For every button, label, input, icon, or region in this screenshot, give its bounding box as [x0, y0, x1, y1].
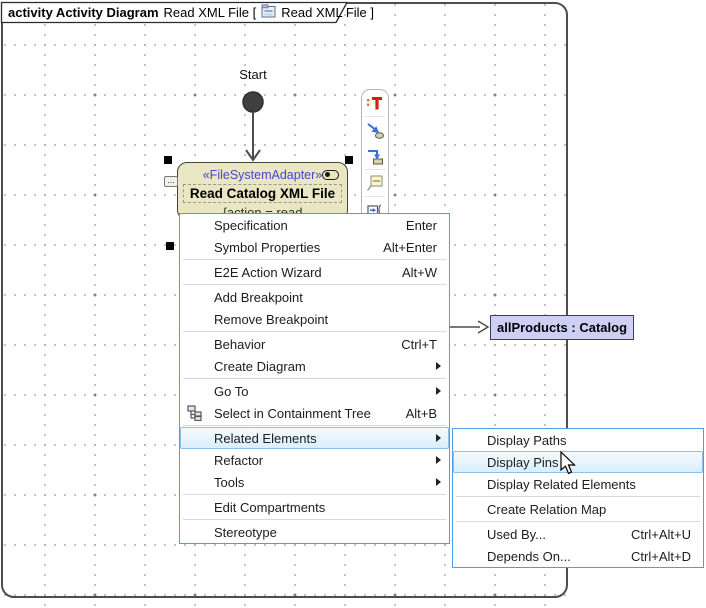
- stereotype-text-icon[interactable]: [364, 90, 386, 116]
- compartment-dots-button[interactable]: ...: [164, 176, 178, 187]
- menu-item-remove-breakpoint[interactable]: Remove Breakpoint: [180, 308, 449, 330]
- menu-item-symbol-properties[interactable]: Symbol Properties Alt+Enter: [180, 236, 449, 258]
- diagram-name-open: Read XML File [: [164, 5, 257, 20]
- diagram-header: activity Activity Diagram Read XML File …: [8, 5, 374, 20]
- containment-tree-icon: [187, 405, 203, 424]
- menu-item-label: Go To: [214, 384, 248, 399]
- menu-item-label: Edit Compartments: [214, 500, 325, 515]
- submenu-arrow-icon: [436, 456, 441, 464]
- menu-item-label: Create Relation Map: [487, 502, 606, 517]
- menu-item-related-elements[interactable]: Related Elements: [180, 427, 449, 449]
- menu-item-tools[interactable]: Tools: [180, 471, 449, 493]
- menu-item-add-breakpoint[interactable]: Add Breakpoint: [180, 286, 449, 308]
- start-node-label: Start: [213, 67, 293, 82]
- related-elements-submenu: Display Paths Display Pins Display Relat…: [452, 428, 704, 568]
- activity-diagram-icon: [261, 4, 276, 21]
- menu-item-shortcut: Alt+Enter: [363, 240, 437, 255]
- submenu-arrow-icon: [436, 478, 441, 486]
- menu-item-specification[interactable]: Specification Enter: [180, 214, 449, 236]
- action-stereotype-label: «FileSystemAdapter»: [203, 168, 323, 182]
- menu-item-label: Remove Breakpoint: [214, 312, 328, 327]
- menu-item-select-in-containment-tree[interactable]: Select in Containment Tree Alt+B: [180, 402, 449, 424]
- menu-item-shortcut: Alt+W: [382, 265, 437, 280]
- menu-item-edit-compartments[interactable]: Edit Compartments: [180, 496, 449, 518]
- menu-item-used-by[interactable]: Used By... Ctrl+Alt+U: [453, 523, 703, 545]
- menu-item-label: E2E Action Wizard: [214, 265, 322, 280]
- menu-item-create-relation-map[interactable]: Create Relation Map: [453, 498, 703, 520]
- menu-item-shortcut: Alt+B: [386, 406, 437, 421]
- menu-item-stereotype[interactable]: Stereotype: [180, 521, 449, 543]
- menu-item-behavior[interactable]: Behavior Ctrl+T: [180, 333, 449, 355]
- menu-item-shortcut: Ctrl+Alt+U: [611, 527, 691, 542]
- menu-item-label: Specification: [214, 218, 288, 233]
- submenu-arrow-icon: [436, 434, 441, 442]
- object-node-allproducts[interactable]: allProducts : Catalog: [490, 315, 634, 340]
- menu-item-label: Related Elements: [214, 431, 317, 446]
- menu-item-display-pins[interactable]: Display Pins: [453, 451, 703, 473]
- menu-item-label: Stereotype: [214, 525, 277, 540]
- menu-item-create-diagram[interactable]: Create Diagram: [180, 355, 449, 377]
- diagram-kind-label: activity Activity Diagram: [8, 5, 159, 20]
- action-node-read-catalog[interactable]: «FileSystemAdapter» Read Catalog XML Fil…: [177, 162, 348, 220]
- menu-item-go-to[interactable]: Go To: [180, 380, 449, 402]
- selection-handle-mid-left[interactable]: [166, 242, 174, 250]
- menu-item-label: Add Breakpoint: [214, 290, 303, 305]
- menu-item-label: Symbol Properties: [214, 240, 320, 255]
- menu-item-label: Depends On...: [487, 549, 571, 564]
- menu-item-display-related-elements[interactable]: Display Related Elements: [453, 473, 703, 495]
- control-flow-icon[interactable]: [364, 117, 386, 143]
- menu-item-e2e-action-wizard[interactable]: E2E Action Wizard Alt+W: [180, 261, 449, 283]
- menu-item-label: Refactor: [214, 453, 263, 468]
- diagram-editor: activity Activity Diagram Read XML File …: [0, 0, 706, 608]
- menu-item-label: Select in Containment Tree: [214, 406, 371, 421]
- menu-item-label: Tools: [214, 475, 244, 490]
- menu-item-label: Display Pins: [487, 455, 559, 470]
- comment-anchor-icon[interactable]: [364, 170, 386, 196]
- submenu-arrow-icon: [436, 387, 441, 395]
- context-menu: Specification Enter Symbol Properties Al…: [179, 213, 450, 544]
- menu-item-label: Create Diagram: [214, 359, 306, 374]
- menu-item-depends-on[interactable]: Depends On... Ctrl+Alt+D: [453, 545, 703, 567]
- menu-item-shortcut: Ctrl+Alt+D: [611, 549, 691, 564]
- menu-item-label: Display Related Elements: [487, 477, 636, 492]
- behavior-indicator-icon[interactable]: [322, 170, 339, 180]
- selection-handle-top-right[interactable]: [345, 156, 353, 164]
- selection-handle-top-left[interactable]: [164, 156, 172, 164]
- menu-item-label: Used By...: [487, 527, 546, 542]
- submenu-arrow-icon: [436, 362, 441, 370]
- action-name-label[interactable]: Read Catalog XML File: [183, 184, 342, 203]
- smart-manipulator-toolbar: [361, 89, 389, 230]
- menu-item-label: Behavior: [214, 337, 265, 352]
- menu-item-shortcut: Ctrl+T: [381, 337, 437, 352]
- menu-item-display-paths[interactable]: Display Paths: [453, 429, 703, 451]
- object-flow-icon[interactable]: [364, 143, 386, 169]
- menu-item-shortcut: Enter: [386, 218, 437, 233]
- diagram-name-close: Read XML File ]: [281, 5, 374, 20]
- menu-item-label: Display Paths: [487, 433, 566, 448]
- menu-item-refactor[interactable]: Refactor: [180, 449, 449, 471]
